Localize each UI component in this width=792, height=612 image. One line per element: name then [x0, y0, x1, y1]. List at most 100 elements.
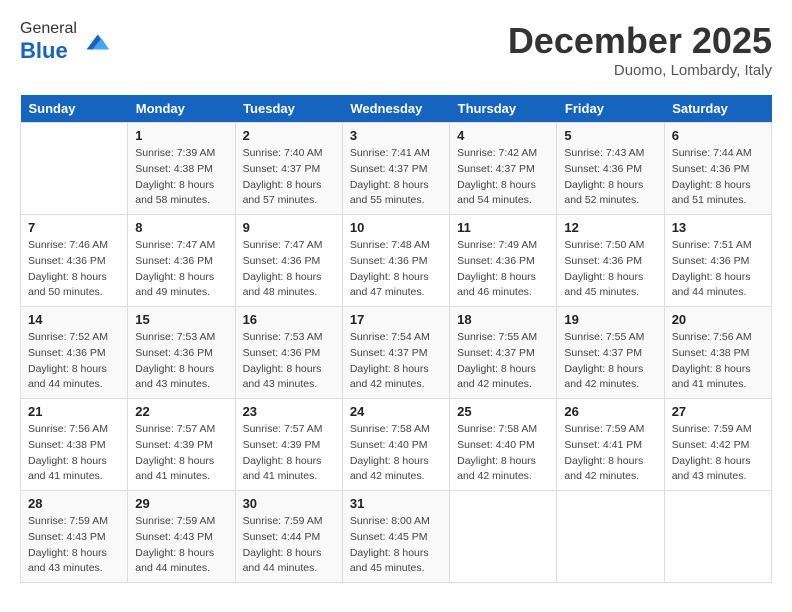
calendar-cell: 17 Sunrise: 7:54 AM Sunset: 4:37 PM Dayli… — [342, 307, 449, 399]
calendar-cell: 14 Sunrise: 7:52 AM Sunset: 4:36 PM Dayli… — [21, 307, 128, 399]
day-info: Sunrise: 7:55 AM Sunset: 4:37 PM Dayligh… — [457, 330, 549, 393]
day-number: 5 — [564, 128, 656, 143]
calendar-cell: 4 Sunrise: 7:42 AM Sunset: 4:37 PM Daylig… — [450, 123, 557, 215]
day-info: Sunrise: 7:58 AM Sunset: 4:40 PM Dayligh… — [350, 422, 442, 485]
calendar-week: 21Sunrise: 7:56 AM Sunset: 4:38 PM Dayli… — [21, 399, 772, 491]
calendar-week: 7 Sunrise: 7:46 AM Sunset: 4:36 PM Daylig… — [21, 215, 772, 307]
calendar-cell: 30 Sunrise: 7:59 AM Sunset: 4:44 PM Dayli… — [235, 491, 342, 583]
calendar-cell: 28 Sunrise: 7:59 AM Sunset: 4:43 PM Dayli… — [21, 491, 128, 583]
weekday-header: Thursday — [450, 95, 557, 123]
weekday-header: Wednesday — [342, 95, 449, 123]
calendar-cell: 9 Sunrise: 7:47 AM Sunset: 4:36 PM Daylig… — [235, 215, 342, 307]
day-number: 7 — [28, 220, 120, 235]
calendar-cell: 13 Sunrise: 7:51 AM Sunset: 4:36 PM Dayli… — [664, 215, 771, 307]
calendar-week: 28 Sunrise: 7:59 AM Sunset: 4:43 PM Dayli… — [21, 491, 772, 583]
calendar-cell — [450, 491, 557, 583]
day-number: 4 — [457, 128, 549, 143]
calendar-header: SundayMondayTuesdayWednesdayThursdayFrid… — [21, 95, 772, 123]
day-number: 29 — [135, 496, 227, 511]
day-number: 18 — [457, 312, 549, 327]
day-number: 24 — [350, 404, 442, 419]
calendar-cell: 3Sunrise: 7:41 AM Sunset: 4:37 PM Daylig… — [342, 123, 449, 215]
day-info: Sunrise: 7:57 AM Sunset: 4:39 PM Dayligh… — [243, 422, 335, 485]
day-number: 28 — [28, 496, 120, 511]
calendar-cell: 27Sunrise: 7:59 AM Sunset: 4:42 PM Dayli… — [664, 399, 771, 491]
day-info: Sunrise: 7:57 AM Sunset: 4:39 PM Dayligh… — [135, 422, 227, 485]
calendar-cell: 5Sunrise: 7:43 AM Sunset: 4:36 PM Daylig… — [557, 123, 664, 215]
calendar-cell: 26Sunrise: 7:59 AM Sunset: 4:41 PM Dayli… — [557, 399, 664, 491]
weekday-header: Friday — [557, 95, 664, 123]
day-number: 20 — [672, 312, 764, 327]
weekday-header: Monday — [128, 95, 235, 123]
day-number: 11 — [457, 220, 549, 235]
calendar-cell: 8 Sunrise: 7:47 AM Sunset: 4:36 PM Daylig… — [128, 215, 235, 307]
day-number: 25 — [457, 404, 549, 419]
calendar-table: SundayMondayTuesdayWednesdayThursdayFrid… — [20, 95, 772, 583]
calendar-cell: 20Sunrise: 7:56 AM Sunset: 4:38 PM Dayli… — [664, 307, 771, 399]
day-info: Sunrise: 7:59 AM Sunset: 4:43 PM Dayligh… — [135, 514, 227, 577]
day-number: 9 — [243, 220, 335, 235]
logo-general: General — [20, 20, 77, 37]
day-number: 15 — [135, 312, 227, 327]
day-info: Sunrise: 7:58 AM Sunset: 4:40 PM Dayligh… — [457, 422, 549, 485]
day-info: Sunrise: 7:40 AM Sunset: 4:37 PM Dayligh… — [243, 146, 335, 209]
calendar-cell: 22Sunrise: 7:57 AM Sunset: 4:39 PM Dayli… — [128, 399, 235, 491]
day-info: Sunrise: 7:47 AM Sunset: 4:36 PM Dayligh… — [243, 238, 335, 301]
day-info: Sunrise: 8:00 AM Sunset: 4:45 PM Dayligh… — [350, 514, 442, 577]
day-info: Sunrise: 7:50 AM Sunset: 4:36 PM Dayligh… — [564, 238, 656, 301]
logo: General Blue — [20, 20, 109, 64]
calendar-cell: 11Sunrise: 7:49 AM Sunset: 4:36 PM Dayli… — [450, 215, 557, 307]
day-info: Sunrise: 7:46 AM Sunset: 4:36 PM Dayligh… — [28, 238, 120, 301]
calendar-cell: 24 Sunrise: 7:58 AM Sunset: 4:40 PM Dayli… — [342, 399, 449, 491]
day-info: Sunrise: 7:54 AM Sunset: 4:37 PM Dayligh… — [350, 330, 442, 393]
day-info: Sunrise: 7:53 AM Sunset: 4:36 PM Dayligh… — [135, 330, 227, 393]
month-title: December 2025 — [508, 20, 772, 62]
day-number: 6 — [672, 128, 764, 143]
calendar-cell: 25 Sunrise: 7:58 AM Sunset: 4:40 PM Dayli… — [450, 399, 557, 491]
day-number: 23 — [243, 404, 335, 419]
day-number: 13 — [672, 220, 764, 235]
day-number: 2 — [243, 128, 335, 143]
day-number: 1 — [135, 128, 227, 143]
day-info: Sunrise: 7:39 AM Sunset: 4:38 PM Dayligh… — [135, 146, 227, 209]
calendar-cell: 7 Sunrise: 7:46 AM Sunset: 4:36 PM Daylig… — [21, 215, 128, 307]
calendar-cell: 2 Sunrise: 7:40 AM Sunset: 4:37 PM Daylig… — [235, 123, 342, 215]
logo-blue: Blue — [20, 38, 68, 63]
calendar-cell: 12 Sunrise: 7:50 AM Sunset: 4:36 PM Dayli… — [557, 215, 664, 307]
weekday-header: Tuesday — [235, 95, 342, 123]
calendar-cell: 10Sunrise: 7:48 AM Sunset: 4:36 PM Dayli… — [342, 215, 449, 307]
day-info: Sunrise: 7:41 AM Sunset: 4:37 PM Dayligh… — [350, 146, 442, 209]
calendar-week: 1 Sunrise: 7:39 AM Sunset: 4:38 PM Daylig… — [21, 123, 772, 215]
day-number: 14 — [28, 312, 120, 327]
day-info: Sunrise: 7:59 AM Sunset: 4:44 PM Dayligh… — [243, 514, 335, 577]
day-info: Sunrise: 7:53 AM Sunset: 4:36 PM Dayligh… — [243, 330, 335, 393]
calendar-cell: 16 Sunrise: 7:53 AM Sunset: 4:36 PM Dayli… — [235, 307, 342, 399]
day-info: Sunrise: 7:51 AM Sunset: 4:36 PM Dayligh… — [672, 238, 764, 301]
page-header: General Blue December 2025 Duomo, Lombar… — [20, 20, 772, 79]
day-info: Sunrise: 7:59 AM Sunset: 4:42 PM Dayligh… — [672, 422, 764, 485]
calendar-cell: 19Sunrise: 7:55 AM Sunset: 4:37 PM Dayli… — [557, 307, 664, 399]
day-number: 8 — [135, 220, 227, 235]
location: Duomo, Lombardy, Italy — [508, 62, 772, 79]
day-number: 12 — [564, 220, 656, 235]
day-info: Sunrise: 7:59 AM Sunset: 4:43 PM Dayligh… — [28, 514, 120, 577]
day-number: 21 — [28, 404, 120, 419]
calendar-cell: 18 Sunrise: 7:55 AM Sunset: 4:37 PM Dayli… — [450, 307, 557, 399]
day-info: Sunrise: 7:47 AM Sunset: 4:36 PM Dayligh… — [135, 238, 227, 301]
day-info: Sunrise: 7:42 AM Sunset: 4:37 PM Dayligh… — [457, 146, 549, 209]
calendar-cell: 29 Sunrise: 7:59 AM Sunset: 4:43 PM Dayli… — [128, 491, 235, 583]
weekday-header: Sunday — [21, 95, 128, 123]
calendar-cell: 23 Sunrise: 7:57 AM Sunset: 4:39 PM Dayli… — [235, 399, 342, 491]
day-info: Sunrise: 7:44 AM Sunset: 4:36 PM Dayligh… — [672, 146, 764, 209]
calendar-cell — [21, 123, 128, 215]
title-block: December 2025 Duomo, Lombardy, Italy — [508, 20, 772, 79]
day-number: 16 — [243, 312, 335, 327]
day-info: Sunrise: 7:52 AM Sunset: 4:36 PM Dayligh… — [28, 330, 120, 393]
day-number: 17 — [350, 312, 442, 327]
day-number: 30 — [243, 496, 335, 511]
day-number: 31 — [350, 496, 442, 511]
day-number: 19 — [564, 312, 656, 327]
calendar-cell: 6 Sunrise: 7:44 AM Sunset: 4:36 PM Daylig… — [664, 123, 771, 215]
calendar-cell: 31 Sunrise: 8:00 AM Sunset: 4:45 PM Dayli… — [342, 491, 449, 583]
calendar-cell — [664, 491, 771, 583]
